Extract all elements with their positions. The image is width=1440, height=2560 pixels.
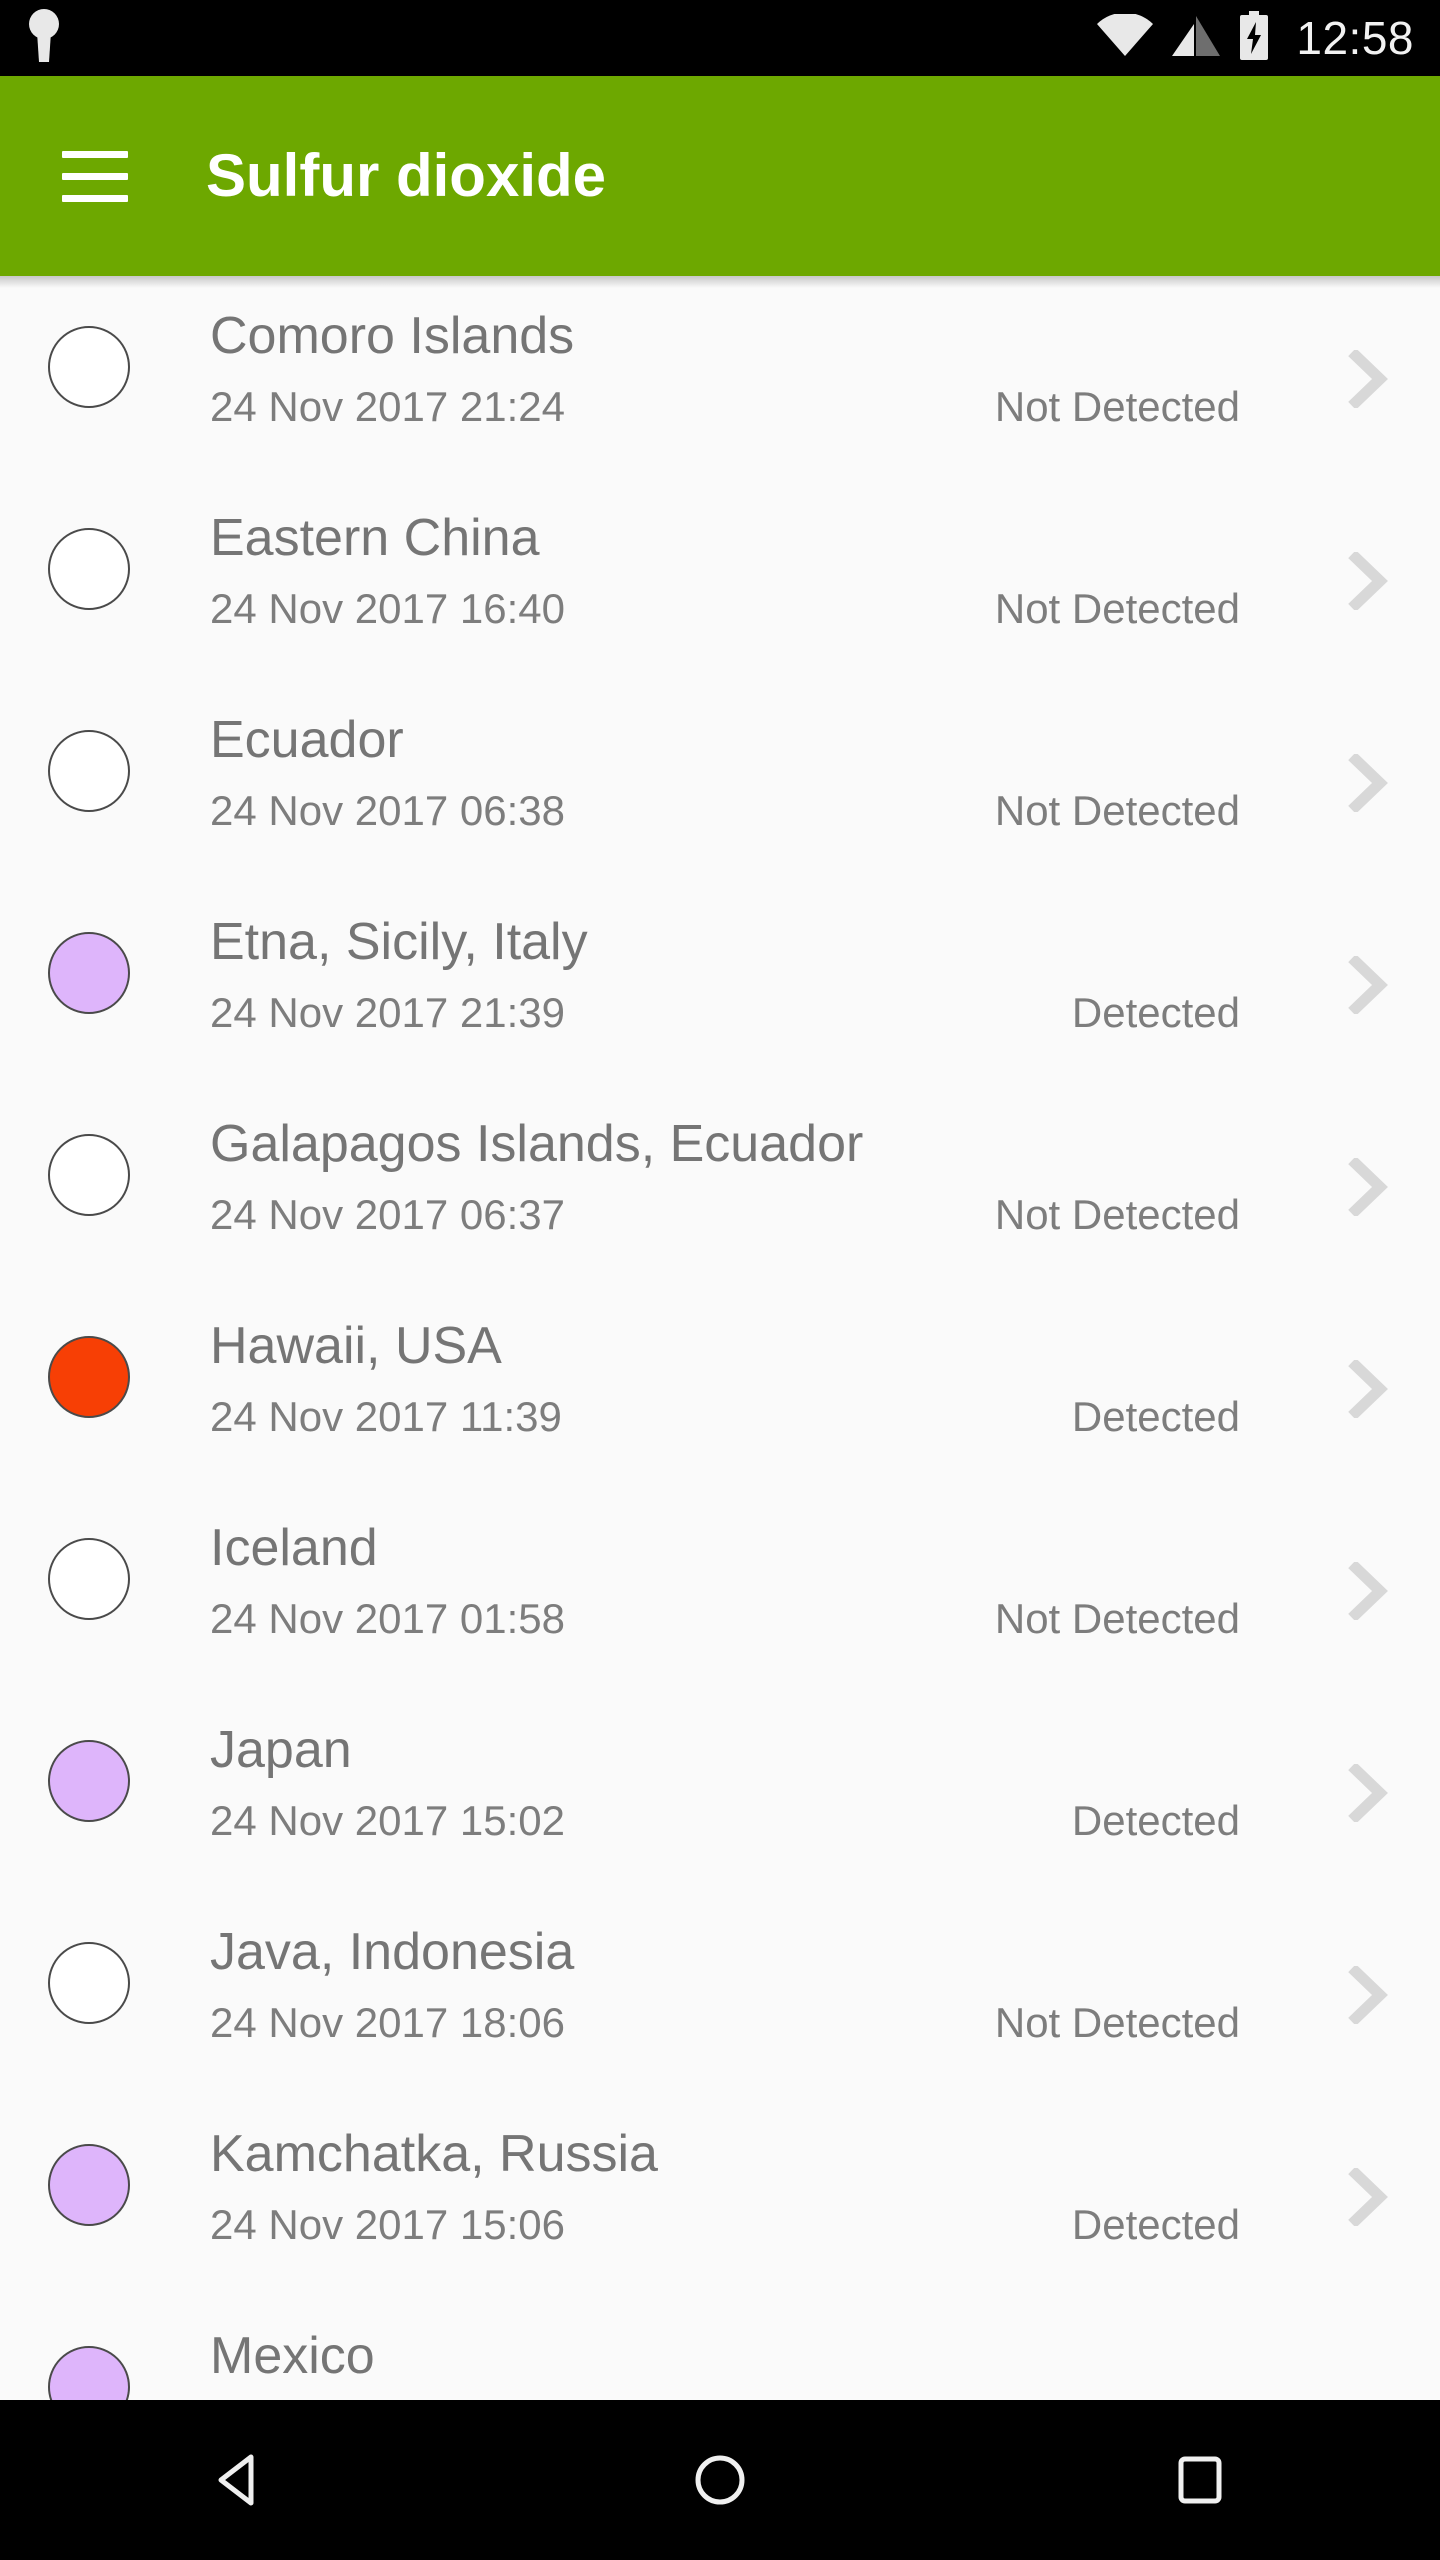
detection-status-label: Detected [1071, 1797, 1240, 1844]
status-bar-right-icons: 12:58 [1096, 10, 1414, 66]
location-name: Hawaii, USA [210, 1317, 502, 1375]
app-bar-shadow [0, 276, 1440, 288]
detection-status-dot [48, 1942, 130, 2024]
detection-status-dot [48, 1134, 130, 1216]
battery-charging-icon [1238, 10, 1270, 66]
hamburger-bar [62, 150, 128, 158]
detection-status-label: Not Detected [994, 1595, 1240, 1642]
detection-status-dot [48, 1740, 130, 1822]
location-name: Iceland [210, 1519, 378, 1577]
chevron-right-icon [1348, 1360, 1388, 1418]
detection-status-dot [48, 730, 130, 812]
hamburger-bar [62, 194, 128, 202]
chevron-right-icon [1348, 552, 1388, 610]
chevron-right-icon [1348, 1764, 1388, 1822]
hamburger-bar [62, 172, 128, 180]
detection-status-dot [48, 528, 130, 610]
detection-status-label: Not Detected [994, 585, 1240, 632]
detection-status-label: Not Detected [994, 1191, 1240, 1238]
detection-status-dot [48, 2346, 130, 2400]
observation-timestamp: 24 Nov 2017 21:39 [210, 989, 565, 1036]
list-item[interactable]: Hawaii, USA 24 Nov 2017 11:39 Detected [0, 1286, 1440, 1488]
location-name: Eastern China [210, 509, 540, 567]
detection-status-dot [48, 2144, 130, 2226]
location-name: Japan [210, 1721, 352, 1779]
status-bar-left-icons [24, 8, 64, 69]
chevron-right-icon [1348, 1966, 1388, 2024]
volcano-list[interactable]: Comoro Islands 24 Nov 2017 21:24 Not Detec… [0, 276, 1440, 2400]
observation-timestamp: 24 Nov 2017 18:06 [210, 1999, 565, 2046]
detection-status-dot [48, 932, 130, 1014]
chevron-right-icon [1348, 754, 1388, 812]
observation-timestamp: 24 Nov 2017 15:06 [210, 2201, 565, 2248]
list-item[interactable]: Japan 24 Nov 2017 15:02 Detected [0, 1690, 1440, 1892]
location-name: Comoro Islands [210, 307, 575, 365]
detection-status-label: Not Detected [994, 383, 1240, 430]
location-name: Ecuador [210, 711, 404, 769]
observation-timestamp: 24 Nov 2017 11:39 [210, 1393, 562, 1440]
list-item[interactable]: Etna, Sicily, Italy 24 Nov 2017 21:39 Dete… [0, 882, 1440, 1084]
list-item[interactable]: Mexico [0, 2296, 1440, 2400]
back-triangle-icon[interactable] [0, 2400, 480, 2560]
detection-status-label: Not Detected [994, 1999, 1240, 2046]
list-item[interactable]: Galapagos Islands, Ecuador 24 Nov 2017 06… [0, 1084, 1440, 1286]
observation-timestamp: 24 Nov 2017 06:38 [210, 787, 565, 834]
android-navigation-bar [0, 2400, 1440, 2560]
wifi-icon [1096, 12, 1154, 63]
chevron-right-icon [1348, 1562, 1388, 1620]
detection-status-dot [48, 1336, 130, 1418]
chevron-right-icon [1348, 1158, 1388, 1216]
android-screen: 12:58 Sulfur dioxide Comoro Islands 24 No… [0, 0, 1440, 2560]
app-bar: Sulfur dioxide [0, 76, 1440, 276]
chevron-right-icon [1348, 956, 1388, 1014]
chevron-right-icon [1348, 2168, 1388, 2226]
status-bar-clock: 12:58 [1296, 12, 1414, 64]
detection-status-label: Detected [1071, 989, 1240, 1036]
observation-timestamp: 24 Nov 2017 21:24 [210, 383, 565, 430]
chevron-right-icon [1348, 350, 1388, 408]
list-item[interactable]: Ecuador 24 Nov 2017 06:38 Not Detected [0, 680, 1440, 882]
detection-status-label: Not Detected [994, 787, 1240, 834]
list-item[interactable]: Eastern China 24 Nov 2017 16:40 Not Detect… [0, 478, 1440, 680]
observation-timestamp: 24 Nov 2017 15:02 [210, 1797, 565, 1844]
detection-status-dot [48, 1538, 130, 1620]
list-item[interactable]: Comoro Islands 24 Nov 2017 21:24 Not Detec… [0, 276, 1440, 478]
observation-timestamp: 24 Nov 2017 01:58 [210, 1595, 565, 1642]
location-name: Java, Indonesia [210, 1923, 575, 1981]
home-circle-icon[interactable] [480, 2400, 960, 2560]
location-name: Etna, Sicily, Italy [210, 913, 588, 971]
keyhole-icon [24, 8, 64, 69]
detection-status-label: Detected [1071, 1393, 1240, 1440]
cellular-signal-icon [1170, 14, 1222, 63]
list-item[interactable]: Kamchatka, Russia 24 Nov 2017 15:06 Detect… [0, 2094, 1440, 2296]
list-item[interactable]: Java, Indonesia 24 Nov 2017 18:06 Not Dete… [0, 1892, 1440, 2094]
list-item[interactable]: Iceland 24 Nov 2017 01:58 Not Detected [0, 1488, 1440, 1690]
detection-status-dot [48, 326, 130, 408]
page-title: Sulfur dioxide [206, 142, 607, 209]
location-name: Mexico [210, 2327, 375, 2385]
hamburger-menu-icon[interactable] [62, 137, 140, 215]
status-bar: 12:58 [0, 0, 1440, 76]
location-name: Kamchatka, Russia [210, 2125, 658, 2183]
observation-timestamp: 24 Nov 2017 06:37 [210, 1191, 565, 1238]
observation-timestamp: 24 Nov 2017 16:40 [210, 585, 565, 632]
location-name: Galapagos Islands, Ecuador [210, 1115, 864, 1173]
recents-square-icon[interactable] [960, 2400, 1440, 2560]
detection-status-label: Detected [1071, 2201, 1240, 2248]
